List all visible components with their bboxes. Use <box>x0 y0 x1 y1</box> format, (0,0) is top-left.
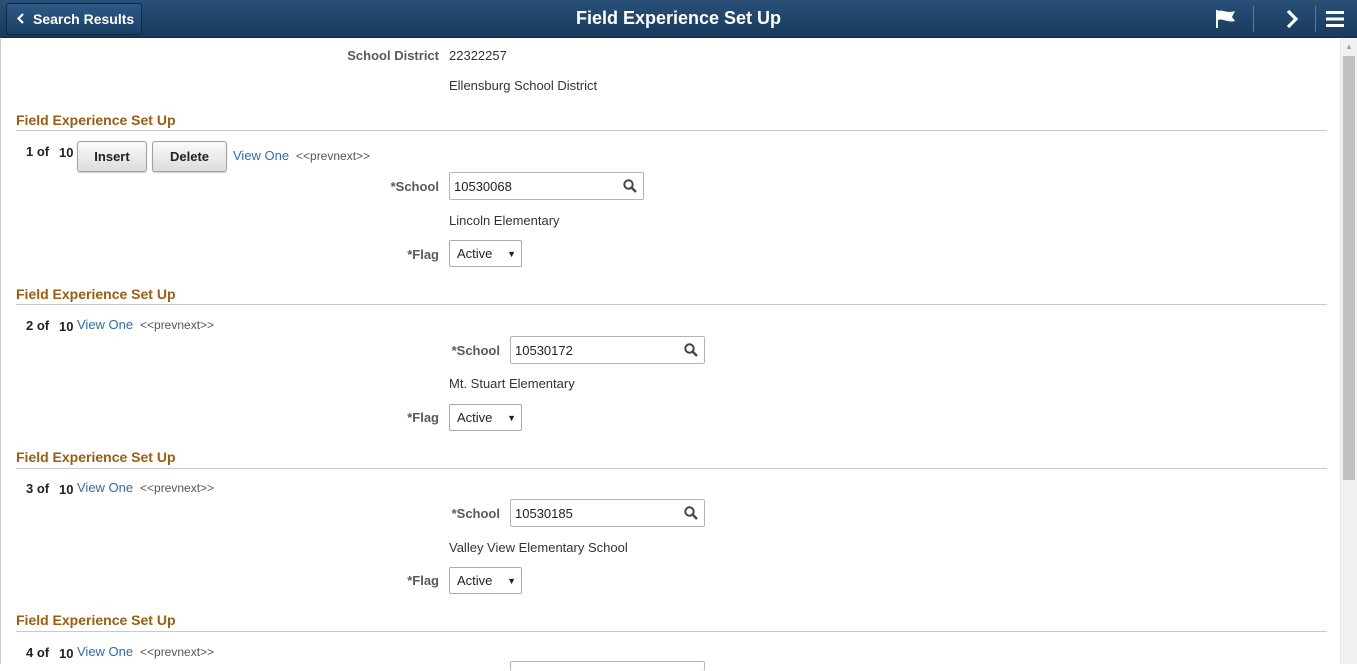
section-title: Field Experience Set Up <box>16 449 176 465</box>
section-divider <box>16 130 1327 131</box>
delete-button[interactable]: Delete <box>152 141 227 172</box>
prevnext-nav[interactable]: <<prevnext>> <box>140 481 214 495</box>
view-one-link[interactable]: View One <box>77 317 133 332</box>
row-counter: 2 of <box>26 318 50 333</box>
dropdown-arrow-icon: ▼ <box>507 249 516 259</box>
next-arrow-icon[interactable] <box>1278 0 1306 38</box>
school-name: Mt. Stuart Elementary <box>449 376 575 391</box>
insert-button[interactable]: Insert <box>77 141 147 172</box>
school-label: *School <box>451 343 500 358</box>
dropdown-arrow-icon: ▼ <box>507 576 516 586</box>
menu-icon[interactable] <box>1324 0 1346 38</box>
search-icon[interactable] <box>684 343 698 360</box>
prevnext-nav[interactable]: <<prevnext>> <box>296 149 370 163</box>
section-title: Field Experience Set Up <box>16 112 176 128</box>
flag-select-value: Active <box>457 410 493 425</box>
row-total: 10 <box>59 145 74 160</box>
flag-select-value: Active <box>457 246 493 261</box>
school-district-name: Ellensburg School District <box>449 78 598 93</box>
prevnext-nav[interactable]: <<prevnext>> <box>140 318 214 332</box>
school-input[interactable]: 10530068 <box>449 172 644 200</box>
school-district-id: 22322257 <box>449 48 507 63</box>
view-one-link[interactable]: View One <box>77 644 133 659</box>
school-input-value: 10530172 <box>515 342 573 358</box>
view-one-link[interactable]: View One <box>233 148 289 163</box>
section-divider <box>16 468 1327 469</box>
flag-select[interactable]: Active ▼ <box>449 567 522 594</box>
search-icon[interactable] <box>684 506 698 523</box>
flag-select[interactable]: Active ▼ <box>449 404 522 431</box>
page-title: Field Experience Set Up <box>575 8 782 28</box>
left-border <box>0 39 3 664</box>
page-header: Search Results Field Experience Set Up <box>0 0 1357 38</box>
row-total: 10 <box>59 646 74 661</box>
flag-select[interactable]: Active ▼ <box>449 240 522 267</box>
flag-label: *Flag <box>407 410 439 425</box>
flag-label: *Flag <box>407 247 439 262</box>
prevnext-nav[interactable]: <<prevnext>> <box>140 645 214 659</box>
scroll-up-icon[interactable]: ▲ <box>1341 39 1357 55</box>
school-input-value: 10530185 <box>515 505 573 521</box>
section-divider <box>16 304 1327 305</box>
flag-label: *Flag <box>407 573 439 588</box>
vertical-scrollbar[interactable]: ▲ <box>1340 39 1357 664</box>
school-district-label: School District <box>347 48 439 63</box>
row-total: 10 <box>59 482 74 497</box>
school-label: *School <box>390 179 439 194</box>
scrollbar-thumb[interactable] <box>1343 56 1355 480</box>
school-input[interactable]: 10530172 <box>510 336 705 364</box>
school-name: Lincoln Elementary <box>449 213 560 228</box>
section-title: Field Experience Set Up <box>16 612 176 628</box>
search-icon[interactable] <box>623 179 637 196</box>
row-counter: 4 of <box>26 645 50 660</box>
school-label: *School <box>451 506 500 521</box>
school-input[interactable] <box>510 661 705 671</box>
section-title: Field Experience Set Up <box>16 286 176 302</box>
dropdown-arrow-icon: ▼ <box>507 413 516 423</box>
row-counter: 1 of <box>26 144 50 159</box>
flag-select-value: Active <box>457 573 493 588</box>
school-input[interactable]: 10530185 <box>510 499 705 527</box>
view-one-link[interactable]: View One <box>77 480 133 495</box>
school-name: Valley View Elementary School <box>449 540 628 555</box>
section-divider <box>16 631 1327 632</box>
flag-icon[interactable] <box>1211 0 1241 38</box>
row-counter: 3 of <box>26 481 50 496</box>
school-input-value: 10530068 <box>454 178 512 194</box>
row-total: 10 <box>59 319 74 334</box>
